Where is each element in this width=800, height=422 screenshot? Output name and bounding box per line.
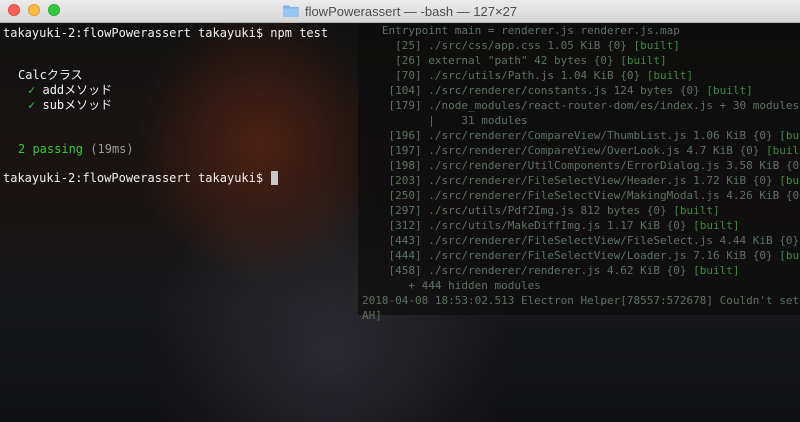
background-output-line: 2018-04-08 18:53:02.513 Electron Helper[…	[362, 293, 800, 308]
terminal-window: flowPowerassert — -bash — 127×27 Entrypo…	[0, 0, 800, 422]
background-output-line: [104] ./src/renderer/constants.js 124 by…	[362, 83, 800, 98]
background-output-line: [203] ./src/renderer/FileSelectView/Head…	[362, 173, 800, 188]
output-text: AH]	[362, 309, 382, 322]
test-result-row: ✓ subメソッド	[28, 97, 112, 113]
output-text: 2018-04-08 18:53:02.513 Electron Helper[…	[362, 294, 800, 307]
output-text: [104] ./src/renderer/constants.js 124 by…	[362, 84, 707, 97]
output-text: [444] ./src/renderer/FileSelectView/Load…	[362, 249, 780, 262]
shell-prompt-line: takayuki-2:flowPowerassert takayuki$	[3, 170, 279, 186]
background-output-line: AH]	[362, 308, 800, 323]
output-text: Entrypoint main = renderer.js renderer.j…	[362, 24, 680, 37]
background-output-line: [250] ./src/renderer/FileSelectView/Maki…	[362, 188, 800, 203]
background-output-line: | 31 modules	[362, 113, 800, 128]
background-output-line: [70] ./src/utils/Path.js 1.04 KiB {0} [b…	[362, 68, 800, 83]
output-text: [196] ./src/renderer/CompareView/ThumbLi…	[362, 129, 780, 142]
built-tag: [built]	[646, 69, 694, 82]
output-text: [312] ./src/utils/MakeDiffImg.js 1.17 Ki…	[362, 219, 694, 232]
command-prompt-line: takayuki-2:flowPowerassert takayuki$ npm…	[3, 26, 329, 40]
test-name: addメソッド	[42, 83, 113, 97]
output-text: [250] ./src/renderer/FileSelectView/Maki…	[362, 189, 800, 202]
background-output-line: [458] ./src/renderer/renderer.js 4.62 Ki…	[362, 263, 800, 278]
passing-summary: 2 passing (19ms)	[18, 141, 134, 157]
passing-count: 2 passing	[18, 142, 84, 156]
output-text: [443] ./src/renderer/FileSelectView/File…	[362, 234, 800, 247]
background-output-line: [26] external "path" 42 bytes {0} [built…	[362, 53, 800, 68]
output-text: [179] ./node_modules/react-router-dom/es…	[362, 99, 800, 112]
output-text: [25] ./src/css/app.css 1.05 KiB {0}	[362, 39, 634, 52]
window-title-area: flowPowerassert — -bash — 127×27	[0, 0, 800, 22]
background-output-line: [179] ./node_modules/react-router-dom/es…	[362, 98, 800, 113]
checkmark-icon: ✓	[28, 83, 36, 97]
background-output-line: [197] ./src/renderer/CompareView/OverLoo…	[362, 143, 800, 158]
output-text: [458] ./src/renderer/renderer.js 4.62 Ki…	[362, 264, 694, 277]
built-tag: [built]	[706, 84, 753, 97]
background-output-line: [443] ./src/renderer/FileSelectView/File…	[362, 233, 800, 248]
built-tag: [built]	[673, 204, 720, 217]
output-text: [26] external "path" 42 bytes {0}	[362, 54, 621, 67]
background-output-line: [196] ./src/renderer/CompareView/ThumbLi…	[362, 128, 800, 143]
test-name: subメソッド	[42, 98, 113, 112]
background-output-line: [444] ./src/renderer/FileSelectView/Load…	[362, 248, 800, 263]
test-duration: (19ms)	[90, 142, 134, 156]
built-tag: [built]	[693, 264, 740, 277]
output-text: [203] ./src/renderer/FileSelectView/Head…	[362, 174, 780, 187]
background-output-line: [198] ./src/renderer/UtilComponents/Erro…	[362, 158, 800, 173]
built-tag: [built]	[779, 129, 800, 142]
output-text: + 444 hidden modules	[362, 279, 541, 292]
built-tag: [built]	[765, 144, 800, 157]
built-tag: [built]	[633, 39, 680, 52]
background-output-line: [312] ./src/utils/MakeDiffImg.js 1.17 Ki…	[362, 218, 800, 233]
background-output-line: [25] ./src/css/app.css 1.05 KiB {0} [bui…	[362, 38, 800, 53]
shell-prompt: takayuki-2:flowPowerassert takayuki$	[3, 171, 264, 185]
window-title: flowPowerassert — -bash — 127×27	[304, 3, 518, 19]
folder-icon	[282, 5, 299, 17]
built-tag: [bu	[779, 249, 800, 262]
checkmark-icon: ✓	[28, 98, 36, 112]
built-tag: [built]	[620, 54, 667, 67]
text-cursor	[271, 171, 279, 185]
output-text: [198] ./src/renderer/UtilComponents/Erro…	[362, 159, 800, 172]
terminal-content[interactable]: Entrypoint main = renderer.js renderer.j…	[0, 23, 800, 422]
output-text: [297] ./src/utils/Pdf2Img.js 812 bytes {…	[362, 204, 674, 217]
background-output-line: [297] ./src/utils/Pdf2Img.js 812 bytes {…	[362, 203, 800, 218]
test-result-row: ✓ addメソッド	[28, 82, 112, 98]
output-text: [197] ./src/renderer/CompareView/OverLoo…	[362, 144, 766, 157]
background-output-line: Entrypoint main = renderer.js renderer.j…	[362, 23, 800, 38]
title-bar: flowPowerassert — -bash — 127×27	[0, 0, 800, 23]
background-output-line: + 444 hidden modules	[362, 278, 800, 293]
built-tag: [built]	[693, 219, 740, 232]
output-text: [70] ./src/utils/Path.js 1.04 KiB {0}	[362, 69, 647, 82]
built-tag: [built	[779, 174, 800, 187]
test-suite-title: Calcクラス	[18, 68, 83, 82]
output-text: | 31 modules	[362, 114, 528, 127]
